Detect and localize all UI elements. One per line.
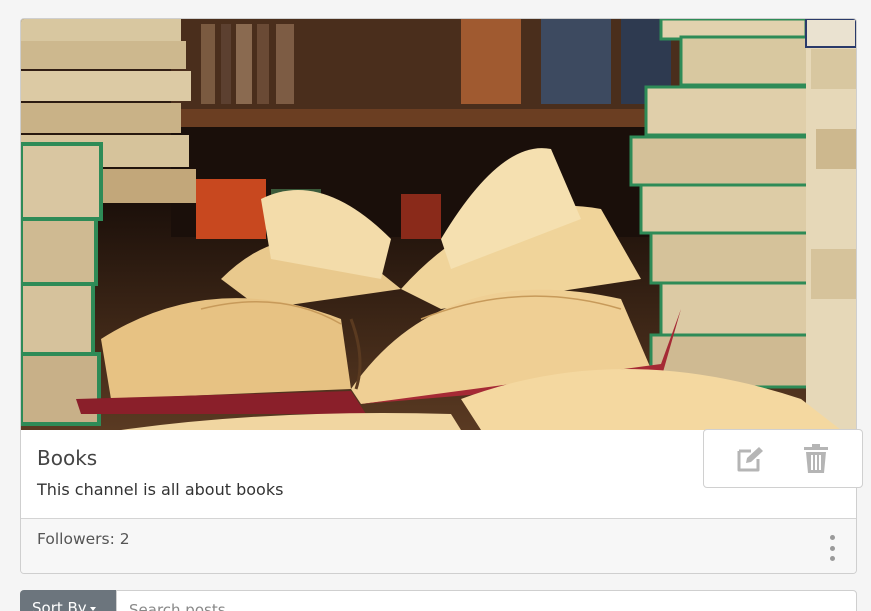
channel-actions	[703, 429, 863, 488]
channel-description: This channel is all about books	[37, 480, 284, 499]
edit-button[interactable]	[731, 439, 771, 479]
sort-by-button[interactable]: Sort By	[20, 590, 116, 611]
kebab-dot	[829, 535, 835, 540]
channel-card-footer: Followers: 2	[21, 518, 856, 573]
channel-card: Books This channel is all about books Fo…	[20, 18, 857, 574]
channel-title: Books	[37, 446, 98, 470]
posts-toolbar: Sort By	[20, 590, 857, 611]
search-posts-input[interactable]	[116, 590, 857, 611]
sort-by-label: Sort By	[32, 599, 87, 611]
trash-icon	[803, 443, 828, 473]
delete-button[interactable]	[796, 439, 836, 479]
channel-banner-image	[21, 19, 856, 430]
caret-down-icon	[89, 606, 96, 611]
followers-count: Followers: 2	[37, 530, 130, 548]
kebab-dot	[829, 556, 835, 561]
kebab-dot	[829, 545, 835, 551]
more-options-icon[interactable]	[826, 535, 838, 561]
pencil-square-icon	[737, 446, 763, 471]
